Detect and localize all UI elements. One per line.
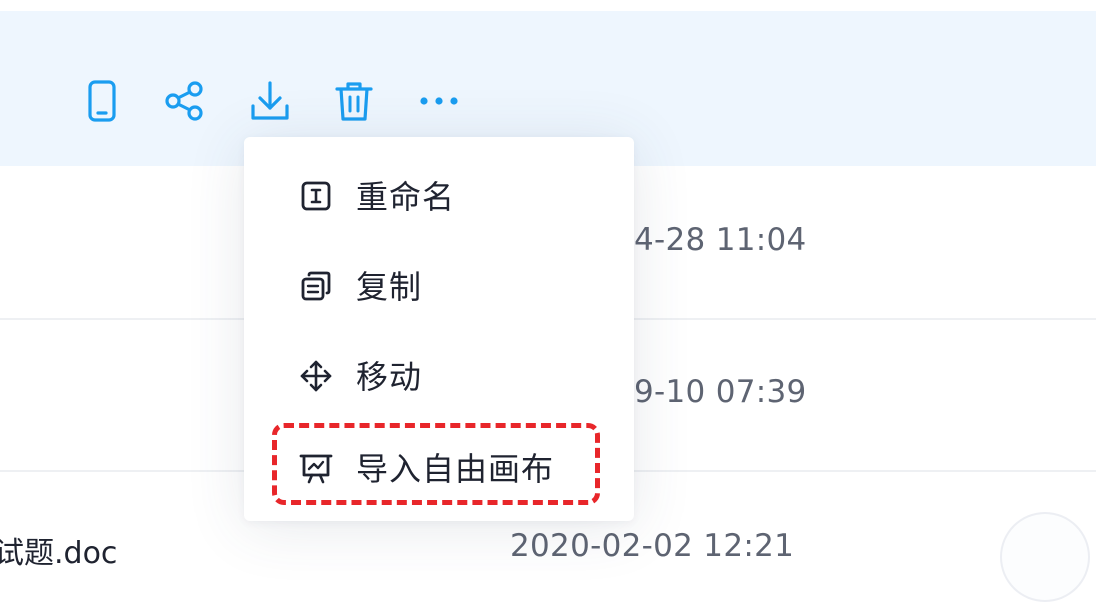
download-button[interactable]	[245, 76, 295, 126]
delete-button[interactable]	[329, 76, 379, 126]
share-icon	[165, 81, 203, 121]
menu-item-label: 重命名	[356, 178, 456, 216]
menu-item-label: 导入自由画布	[356, 450, 555, 488]
file-modified-time: 4-28 11:04	[634, 222, 807, 258]
menu-item-label: 复制	[356, 268, 423, 306]
copy-icon	[298, 268, 334, 304]
menu-item-rename[interactable]: 重命名	[244, 154, 634, 234]
file-name: 试题.doc	[0, 536, 118, 571]
file-modified-time: 9-10 07:39	[634, 374, 807, 410]
download-icon	[251, 81, 289, 120]
more-icon	[420, 97, 458, 105]
mobile-button[interactable]	[77, 76, 127, 126]
menu-item-label: 移动	[356, 358, 423, 396]
canvas-import-icon	[298, 450, 334, 486]
menu-item-copy[interactable]: 复制	[244, 244, 634, 324]
more-button[interactable]	[414, 76, 464, 126]
trash-icon	[335, 82, 373, 121]
watermark-logo	[1000, 512, 1090, 602]
menu-item-move[interactable]: 移动	[244, 334, 634, 414]
file-modified-time: 2020-02-02 12:21	[510, 528, 795, 564]
share-button[interactable]	[159, 76, 209, 126]
rename-icon	[298, 178, 334, 214]
menu-item-import-canvas[interactable]: 导入自由画布	[244, 426, 634, 506]
mobile-icon	[88, 80, 116, 122]
move-icon	[298, 358, 334, 394]
context-menu: 重命名 复制 移动 导入自由画布	[244, 137, 634, 521]
